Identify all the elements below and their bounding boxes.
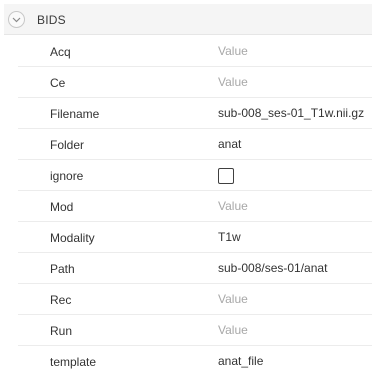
run-input[interactable] [218, 321, 370, 339]
modality-input[interactable] [218, 228, 370, 246]
property-label: Filename [50, 107, 100, 121]
property-label: Folder [50, 138, 85, 152]
property-row-filename: Filename [18, 98, 372, 129]
property-label: Mod [50, 200, 74, 214]
property-row-acq: Acq [18, 36, 372, 67]
chevron-down-icon [12, 17, 21, 22]
property-row-mod: Mod [18, 191, 372, 222]
property-label: template [50, 355, 97, 369]
property-label: ignore [50, 169, 84, 183]
ignore-checkbox[interactable] [218, 168, 234, 184]
property-row-rec: Rec [18, 284, 372, 315]
property-label: Run [50, 324, 73, 338]
property-row-ignore: ignore [18, 160, 372, 191]
filename-input[interactable] [218, 104, 370, 122]
section-title: BIDS [37, 13, 66, 27]
property-row-template: template [18, 346, 372, 377]
property-label: Ce [50, 76, 66, 90]
property-label: Acq [50, 45, 71, 59]
property-row-modality: Modality [18, 222, 372, 253]
property-label: Path [50, 262, 75, 276]
section-header: BIDS [4, 4, 372, 35]
property-list: Acq Ce Filename Folder ignore Mod Modali… [18, 36, 372, 377]
collapse-toggle[interactable] [8, 11, 25, 28]
acq-input[interactable] [218, 42, 370, 60]
folder-input[interactable] [218, 135, 370, 153]
property-row-ce: Ce [18, 67, 372, 98]
property-row-folder: Folder [18, 129, 372, 160]
ce-input[interactable] [218, 73, 370, 91]
property-label: Rec [50, 293, 72, 307]
property-row-path: Path [18, 253, 372, 284]
mod-input[interactable] [218, 197, 370, 215]
property-row-run: Run [18, 315, 372, 346]
rec-input[interactable] [218, 290, 370, 308]
property-label: Modality [50, 231, 95, 245]
template-input[interactable] [218, 352, 370, 370]
path-input[interactable] [218, 259, 370, 277]
bids-panel: BIDS Acq Ce Filename Folder ignore Mod M… [0, 0, 372, 374]
